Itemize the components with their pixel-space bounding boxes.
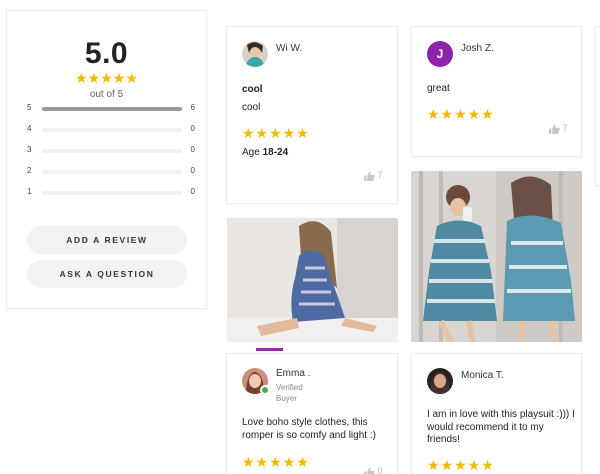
review-photo[interactable]: [411, 171, 582, 342]
helpful-count: 7: [377, 170, 383, 180]
distribution-row-3[interactable]: 3 0: [27, 145, 195, 157]
review-body: great: [427, 83, 450, 94]
reviewer-name: Josh Z.: [461, 43, 494, 54]
review-stars: ★★★★★: [427, 457, 495, 473]
review-card: Wi W. cool cool ★★★★★ Age 18-24 7: [226, 26, 398, 204]
distribution-stars-label: 5: [27, 103, 32, 112]
thumbs-up-icon: [364, 171, 375, 181]
distribution-count: 0: [190, 187, 195, 196]
review-body: Love boho style clothes, this romper is …: [242, 417, 376, 441]
distribution-bar: [42, 128, 182, 132]
review-photo[interactable]: [227, 218, 398, 342]
helpful-count: 0: [377, 466, 383, 474]
distribution-stars-label: 2: [27, 166, 32, 175]
ask-question-button[interactable]: ASK A QUESTION: [27, 260, 187, 288]
review-card: Monica T. I am in love with this playsui…: [411, 353, 582, 474]
helpful-button[interactable]: 7: [364, 170, 383, 181]
add-review-button[interactable]: ADD A REVIEW: [27, 226, 187, 254]
badge-line: Buyer: [276, 394, 297, 403]
review-stars: ★★★★★: [242, 125, 310, 141]
distribution-count: 0: [190, 166, 195, 175]
verified-buyer-badge: Verified Buyer: [276, 382, 303, 404]
review-body: cool: [242, 102, 261, 113]
distribution-count: 0: [190, 124, 195, 133]
helpful-count: 7: [562, 123, 568, 133]
review-card: J Josh Z. great ★★★★★ 7: [411, 26, 582, 157]
distribution-row-1[interactable]: 1 0: [27, 187, 195, 199]
age-label: Age: [242, 147, 260, 158]
out-of-label: out of 5: [89, 89, 124, 100]
distribution-row-5[interactable]: 5 6: [27, 103, 195, 115]
review-body: I am in love with this playsuit :))) I w…: [427, 409, 575, 445]
review-stars: ★★★★★: [427, 106, 495, 122]
distribution-row-2[interactable]: 2 0: [27, 166, 195, 178]
reviewer-name: Monica T.: [461, 370, 504, 381]
distribution-bar: [42, 170, 182, 174]
thumbs-up-icon: [549, 124, 560, 134]
thumbs-up-icon: [364, 467, 375, 474]
distribution-stars-label: 1: [27, 187, 32, 196]
age-value: 18-24: [262, 147, 289, 158]
distribution-stars-label: 4: [27, 124, 32, 133]
average-rating: 5.0: [84, 37, 129, 70]
review-card-partial: [595, 26, 600, 186]
reviewer-avatar: J: [427, 41, 453, 67]
carousel-indicator: [256, 348, 283, 351]
distribution-bar: [42, 191, 182, 195]
rating-summary-panel: 5.0 ★★★★★ out of 5 5 6 4 0 3 0 2 0 1 0 A…: [6, 10, 207, 309]
reviewer-name: Wi W.: [276, 43, 303, 54]
distribution-count: 0: [190, 145, 195, 154]
helpful-button[interactable]: 0: [364, 466, 383, 474]
distribution-stars-label: 3: [27, 145, 32, 154]
badge-line: Verified: [276, 383, 303, 392]
distribution-row-4[interactable]: 4 0: [27, 124, 195, 136]
helpful-button[interactable]: 7: [549, 123, 568, 134]
distribution-bar: [42, 107, 182, 111]
reviewer-name: Emma .: [276, 368, 311, 379]
review-card: Emma . Verified Buyer Love boho style cl…: [226, 353, 398, 474]
review-title: cool: [242, 84, 263, 95]
distribution-count: 6: [190, 103, 195, 112]
reviewer-avatar: [427, 368, 453, 394]
distribution-bar: [42, 149, 182, 153]
reviewer-avatar: [242, 368, 270, 395]
reviewer-avatar: [242, 41, 268, 67]
distribution-bar-fill: [42, 107, 182, 111]
verified-check-icon: [260, 385, 270, 395]
review-stars: ★★★★★: [242, 454, 310, 470]
average-stars: ★★★★★: [75, 70, 138, 86]
reviewer-age: Age 18-24: [242, 147, 288, 160]
